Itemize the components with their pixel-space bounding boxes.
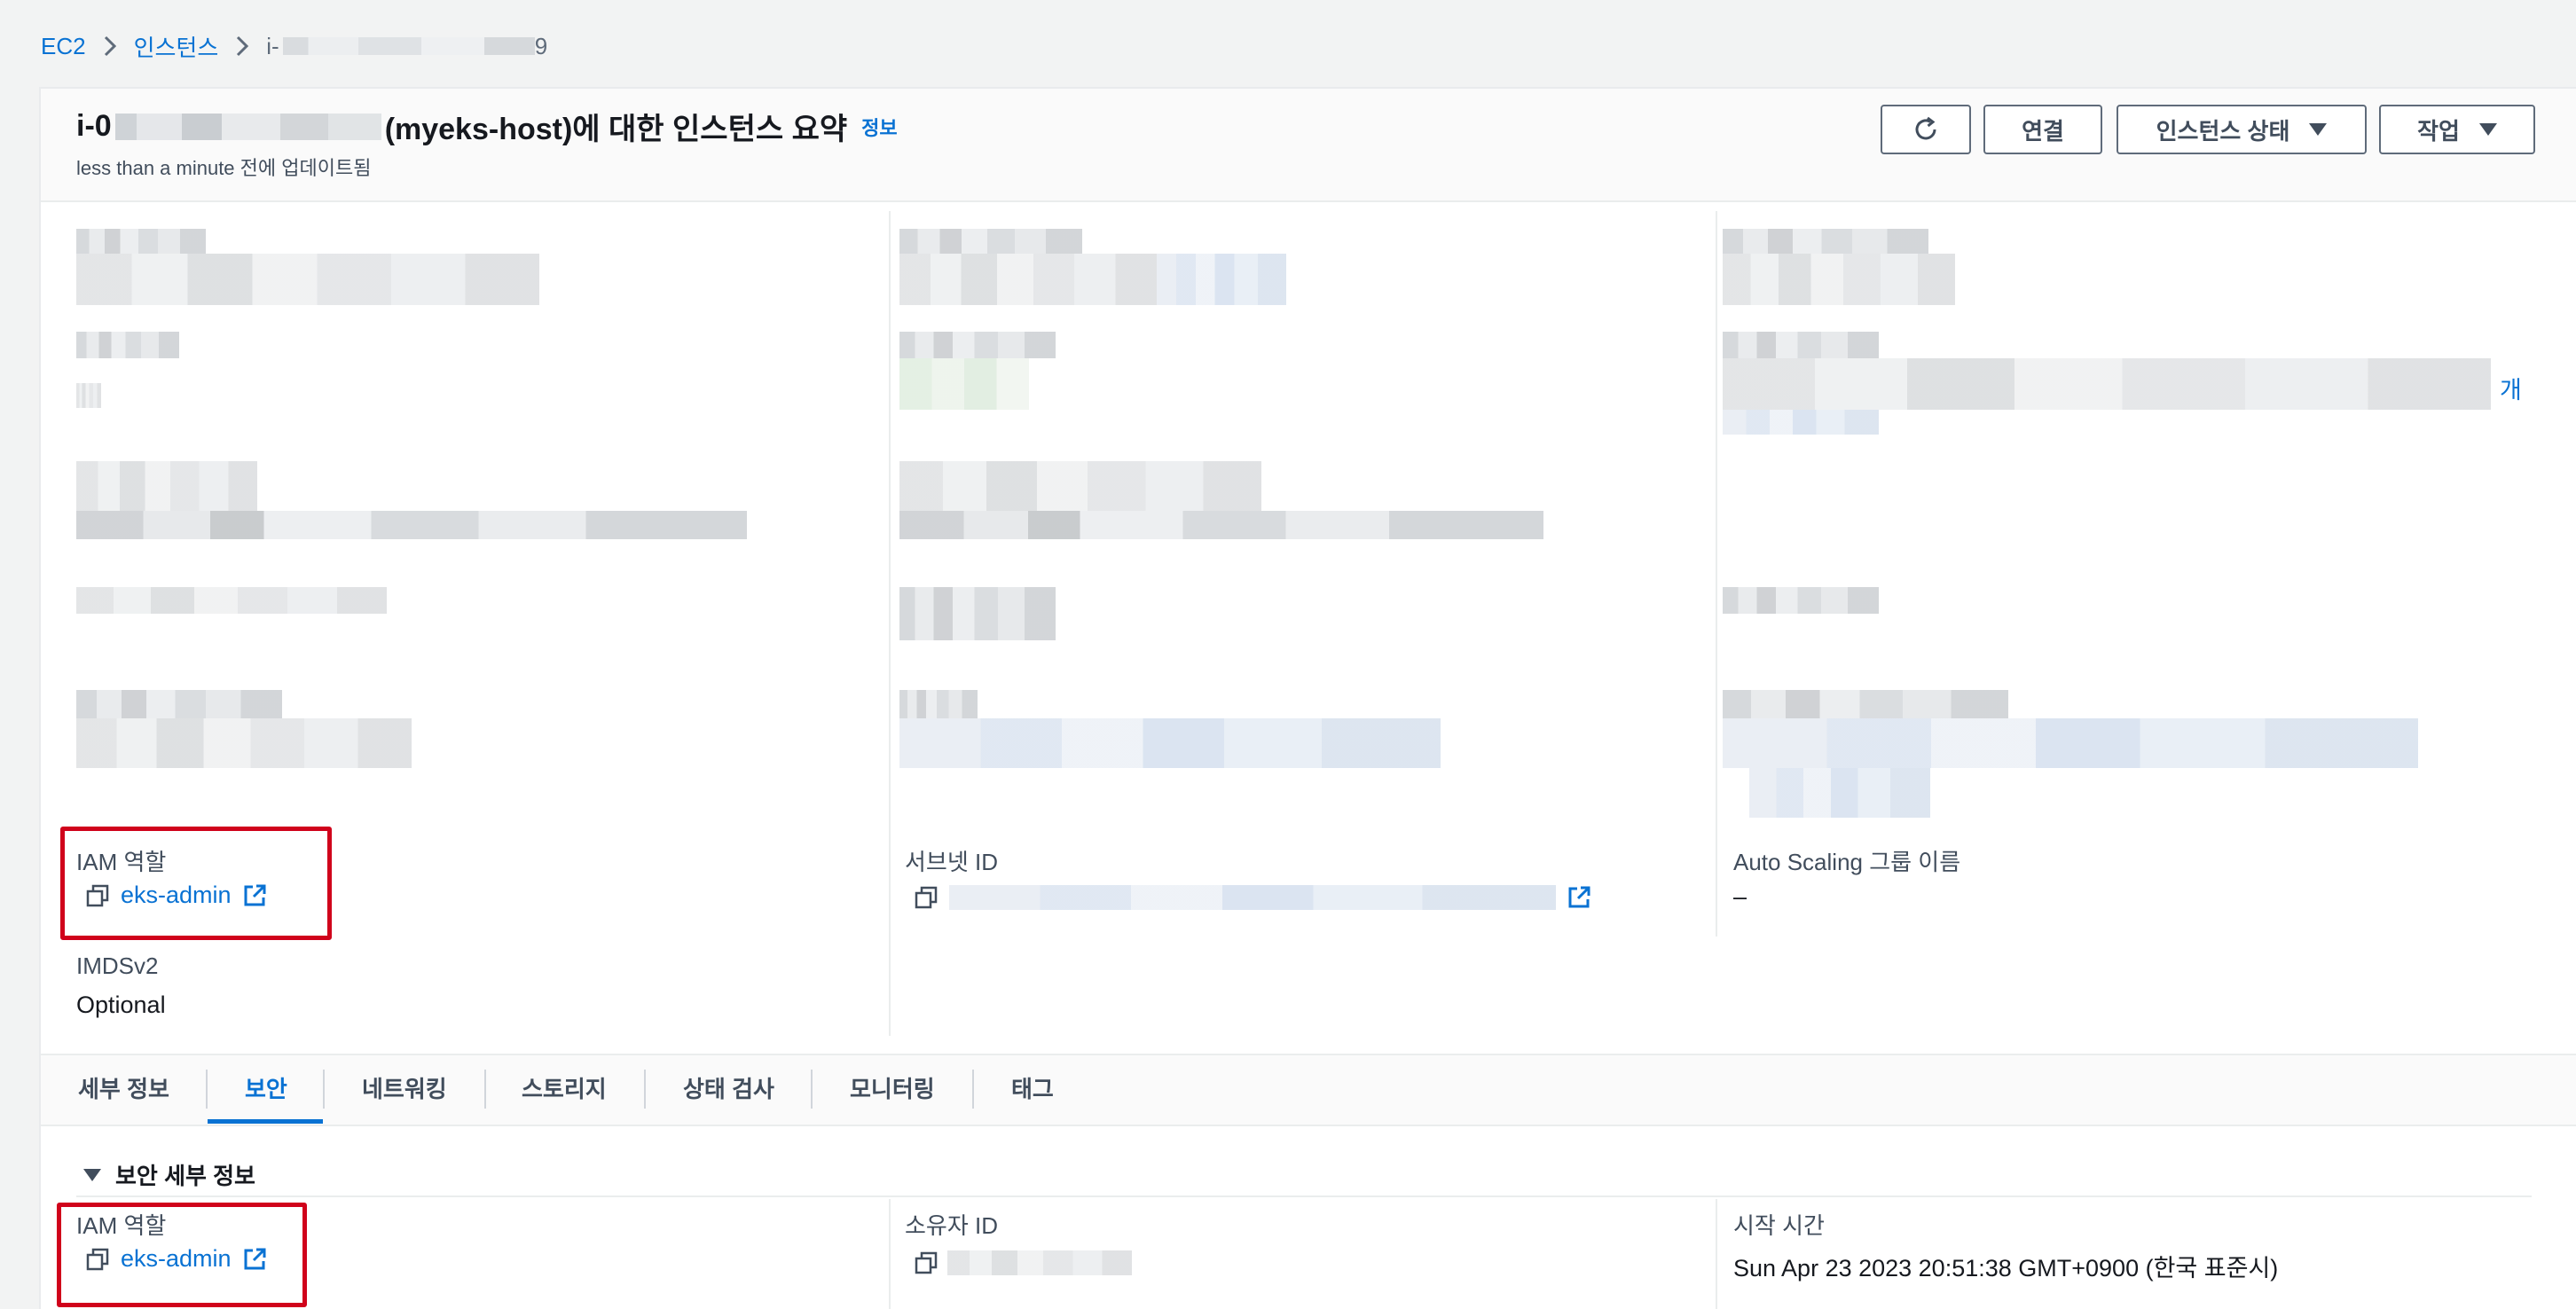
external-link-icon[interactable]: [1567, 885, 1591, 910]
section-divider: [76, 1195, 2532, 1197]
redacted-field-label: [76, 587, 387, 614]
tab-separator: [484, 1070, 486, 1109]
redacted-field-value: [76, 718, 412, 768]
redacted-field-label: [1723, 690, 2008, 718]
redacted-owner-id[interactable]: [947, 1250, 1132, 1275]
redacted-field-label: [899, 690, 978, 718]
redacted-field-label: [899, 587, 1056, 640]
last-updated-text: less than a minute 전에 업데이트됨: [76, 157, 372, 179]
instance-state-button-label: 인스턴스 상태: [2156, 117, 2290, 145]
info-link[interactable]: 정보: [861, 113, 897, 141]
copy-icon[interactable]: [914, 885, 939, 910]
breadcrumb-ec2-link[interactable]: EC2: [41, 33, 86, 60]
caret-down-icon: [83, 1168, 101, 1181]
tab-monitoring[interactable]: 모니터링: [850, 1071, 935, 1104]
security-details-title: 보안 세부 정보: [115, 1163, 255, 1189]
breadcrumb-current-prefix: i-: [266, 32, 279, 59]
imdsv2-label: IMDSv2: [76, 952, 159, 979]
launch-time-value: Sun Apr 23 2023 20:51:38 GMT+0900 (한국 표준…: [1733, 1255, 2279, 1282]
chevron-right-icon: [218, 35, 266, 58]
redacted-field-label: [76, 690, 282, 718]
highlight-box: [57, 1203, 307, 1307]
redacted-field-value: [76, 254, 539, 305]
tab-separator: [206, 1070, 208, 1109]
refresh-button[interactable]: [1881, 105, 1971, 154]
caret-down-icon: [2478, 123, 2497, 136]
breadcrumb-instances-link[interactable]: 인스턴스: [134, 30, 219, 63]
redacted-field-label: [1723, 587, 1879, 614]
redacted-field-value: [1723, 358, 2491, 410]
redacted-field-value: [899, 254, 1157, 305]
subnet-id-label: 서브넷 ID: [905, 849, 998, 875]
title-prefix: i-0: [76, 109, 112, 143]
owner-id-label: 소유자 ID: [905, 1212, 998, 1239]
redacted-field-label: [899, 229, 1082, 254]
chevron-right-icon: [86, 35, 134, 58]
redacted-instance-id: [114, 113, 381, 140]
redacted-field-value: [1723, 254, 1955, 305]
connect-button-label: 연결: [2022, 117, 2064, 145]
actions-button-label: 작업: [2417, 117, 2460, 145]
tab-separator: [644, 1070, 646, 1109]
security-details-header[interactable]: 보안 세부 정보: [83, 1158, 255, 1191]
instance-state-button[interactable]: 인스턴스 상태: [2117, 105, 2367, 154]
auto-scaling-group-label: Auto Scaling 그룹 이름: [1733, 849, 1961, 875]
tab-details[interactable]: 세부 정보: [78, 1071, 169, 1104]
highlight-box: [60, 827, 332, 940]
auto-scaling-group-value: –: [1733, 883, 1747, 910]
redacted-field-label: [899, 461, 1261, 511]
redacted-field-label: [76, 332, 179, 358]
title-suffix: (myeks-host)에 대한 인스턴스 요약: [384, 113, 848, 146]
redacted-field-label: [76, 229, 206, 254]
tab-status-checks[interactable]: 상태 검사: [683, 1071, 774, 1104]
connect-button[interactable]: 연결: [1983, 105, 2102, 154]
tab-tags[interactable]: 태그: [1011, 1071, 1054, 1104]
copy-icon[interactable]: [914, 1250, 939, 1275]
redacted-field-value: [1749, 768, 1930, 818]
column-divider: [1716, 211, 1717, 937]
column-divider: [1716, 1199, 1717, 1309]
redacted-subnet-id[interactable]: [949, 885, 1556, 910]
subnet-id-value: [914, 885, 1591, 910]
redacted-field-label: [899, 332, 1056, 358]
tab-separator: [972, 1070, 974, 1109]
breadcrumb-current: i- 9: [266, 33, 547, 60]
breadcrumb-current-suffix: 9: [534, 32, 548, 59]
redacted-field-label: [1723, 229, 1928, 254]
refresh-icon: [1915, 116, 1936, 140]
launch-time-label: 시작 시간: [1733, 1212, 1825, 1239]
redacted-field-value: [76, 383, 101, 408]
tab-networking[interactable]: 네트워킹: [362, 1071, 447, 1104]
redacted-field-value: [899, 718, 1441, 768]
page-title: i-0 (myeks-host)에 대한 인스턴스 요약 정보: [76, 105, 898, 148]
redacted-field-label: [76, 461, 257, 511]
tab-separator: [811, 1070, 813, 1109]
redacted-instance-id: [282, 37, 535, 55]
redacted-field-value: [1723, 718, 2418, 768]
caret-down-icon: [2309, 123, 2328, 136]
more-link[interactable]: 개: [2500, 371, 2522, 405]
redacted-field-label: [1723, 332, 1879, 358]
actions-button[interactable]: 작업: [2379, 105, 2535, 154]
redacted-status-value: [899, 358, 1029, 410]
tab-security[interactable]: 보안: [245, 1071, 287, 1104]
redacted-field-value: [899, 511, 1543, 539]
breadcrumb: EC2 인스턴스 i- 9: [41, 27, 547, 66]
active-tab-indicator: [208, 1119, 323, 1124]
tab-storage[interactable]: 스토리지: [522, 1071, 607, 1104]
column-divider: [889, 211, 891, 1036]
tab-separator: [323, 1070, 325, 1109]
owner-id-value: [914, 1250, 1132, 1275]
redacted-field-value: [76, 511, 747, 539]
redacted-field-value: [1723, 410, 1879, 435]
redacted-field-value: [1157, 254, 1286, 305]
column-divider: [889, 1199, 891, 1309]
imdsv2-value: Optional: [76, 992, 166, 1018]
